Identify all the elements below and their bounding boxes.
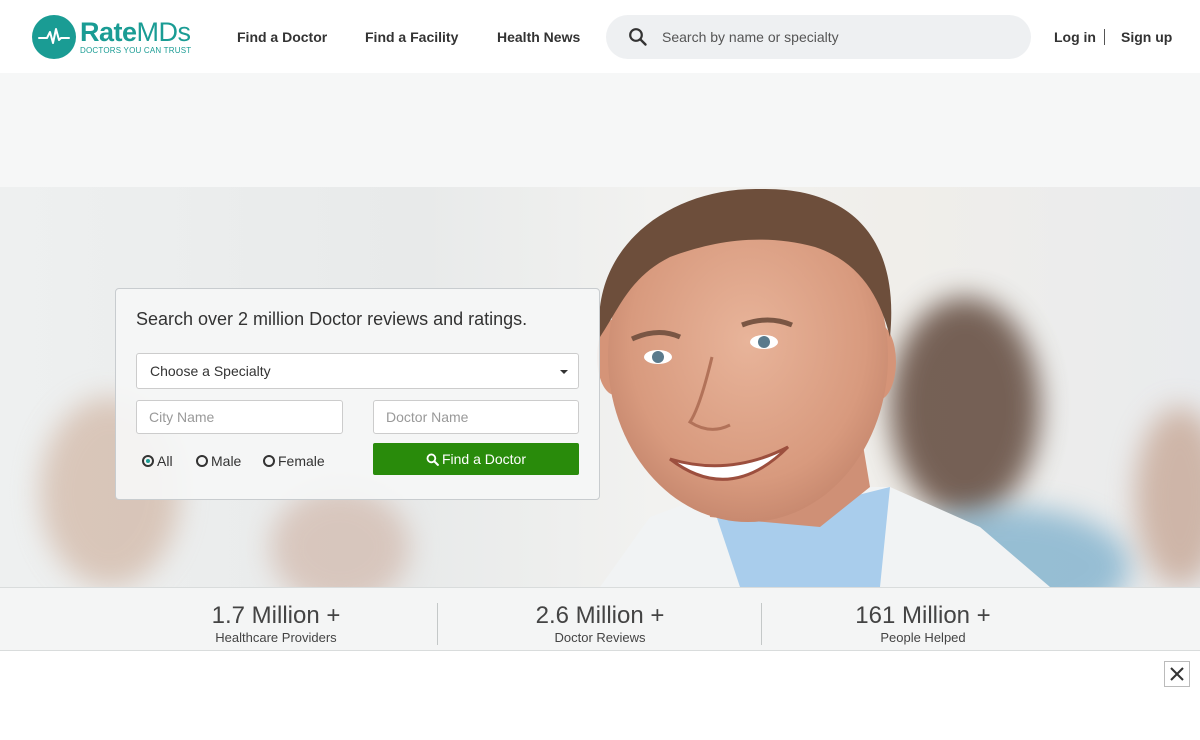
- chevron-down-icon: [560, 370, 568, 374]
- background-person: [270, 487, 410, 587]
- doctor-photo: [597, 188, 1050, 587]
- specialty-select-value: Choose a Specialty: [150, 363, 271, 379]
- stat-value: 1.7 Million +: [211, 602, 341, 629]
- gender-radio-label: All: [157, 453, 173, 469]
- radio-checked-icon: [142, 455, 154, 467]
- search-icon: [426, 453, 439, 466]
- doctor-search-card: Search over 2 million Doctor reviews and…: [115, 288, 600, 500]
- specialty-select[interactable]: Choose a Specialty: [136, 353, 579, 389]
- heartbeat-icon: [32, 15, 76, 59]
- stat-people-helped: 161 Million + People Helped: [763, 588, 1083, 650]
- ad-banner-area: [0, 73, 1200, 187]
- doctor-name-input[interactable]: [373, 400, 579, 434]
- find-doctor-button[interactable]: Find a Doctor: [373, 443, 579, 475]
- logo-name-rate: Rate: [80, 17, 137, 47]
- logo-name-mds: MDs: [136, 17, 192, 47]
- site-header: RateMDs DOCTORS YOU CAN TRUST Find a Doc…: [0, 0, 1200, 73]
- city-name-input[interactable]: [136, 400, 343, 434]
- close-ad-button[interactable]: [1164, 661, 1190, 687]
- nav-find-facility[interactable]: Find a Facility: [365, 0, 458, 73]
- stats-bar: 1.7 Million + Healthcare Providers 2.6 M…: [0, 587, 1200, 651]
- radio-unchecked-icon: [196, 455, 208, 467]
- search-input[interactable]: [662, 15, 1012, 59]
- stat-label: Healthcare Providers: [215, 630, 337, 645]
- background-person: [1135, 407, 1200, 587]
- search-card-title: Search over 2 million Doctor reviews and…: [136, 309, 528, 329]
- stat-divider: [437, 603, 438, 645]
- nav-find-doctor[interactable]: Find a Doctor: [237, 0, 327, 73]
- gender-radio-all[interactable]: All: [142, 452, 173, 470]
- header-search: [606, 15, 1031, 59]
- ratemds-logo[interactable]: RateMDs DOCTORS YOU CAN TRUST: [32, 15, 192, 59]
- logo-wordmark: RateMDs DOCTORS YOU CAN TRUST: [80, 19, 191, 55]
- nav-health-news[interactable]: Health News: [497, 0, 580, 73]
- close-icon: [1170, 667, 1184, 681]
- stat-label: Doctor Reviews: [554, 630, 646, 645]
- search-icon[interactable]: [628, 27, 648, 47]
- find-doctor-button-label: Find a Doctor: [441, 451, 527, 467]
- logo-tagline: DOCTORS YOU CAN TRUST: [80, 46, 192, 55]
- gender-radio-female[interactable]: Female: [263, 452, 325, 470]
- stat-providers: 1.7 Million + Healthcare Providers: [116, 588, 436, 650]
- stat-divider: [761, 603, 762, 645]
- stat-value: 2.6 Million +: [535, 602, 665, 629]
- signup-link[interactable]: Sign up: [1121, 0, 1172, 73]
- gender-radio-label: Female: [278, 453, 325, 469]
- login-link[interactable]: Log in: [1054, 0, 1096, 73]
- stat-label: People Helped: [880, 630, 966, 645]
- auth-divider: [1104, 29, 1105, 45]
- radio-unchecked-icon: [263, 455, 275, 467]
- stat-reviews: 2.6 Million + Doctor Reviews: [440, 588, 760, 650]
- gender-radio-label: Male: [211, 453, 242, 469]
- gender-radio-male[interactable]: Male: [196, 452, 241, 470]
- stat-value: 161 Million +: [855, 602, 991, 629]
